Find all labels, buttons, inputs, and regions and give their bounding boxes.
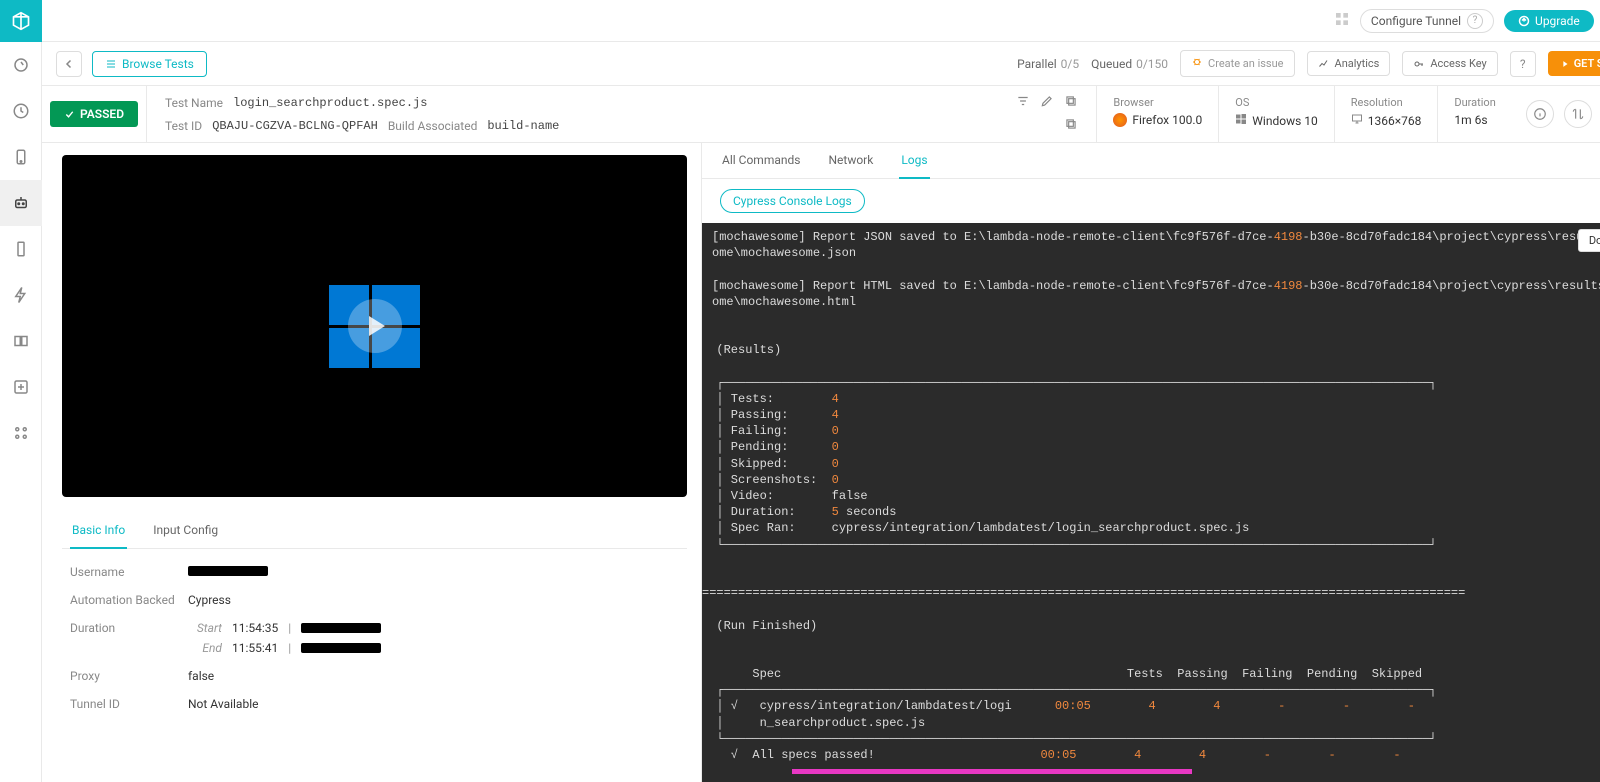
access-key-label: Access Key bbox=[1430, 57, 1486, 70]
duration-label: Duration bbox=[1454, 96, 1495, 109]
filter-icon[interactable] bbox=[1016, 94, 1030, 111]
toolbar: Browse Tests Parallel 0/5 Queued 0/150 C… bbox=[42, 42, 1600, 86]
cypress-console-logs-button[interactable]: Cypress Console Logs bbox=[720, 189, 865, 213]
tab-network[interactable]: Network bbox=[826, 143, 875, 178]
edit-icon[interactable] bbox=[1040, 94, 1054, 111]
end-date-redacted bbox=[301, 643, 381, 653]
video-player[interactable] bbox=[62, 155, 687, 497]
logo-icon[interactable] bbox=[0, 0, 42, 42]
resolution-value: 1366×768 bbox=[1368, 114, 1422, 128]
right-pane: All Commands Network Logs Cypress Consol… bbox=[702, 143, 1600, 782]
sidebar-robot-icon[interactable] bbox=[0, 180, 42, 226]
tab-all-commands[interactable]: All Commands bbox=[720, 143, 802, 178]
os-label: OS bbox=[1235, 96, 1317, 109]
firefox-icon bbox=[1113, 113, 1127, 127]
tunnel-label: Tunnel ID bbox=[70, 697, 188, 711]
start-label: Start bbox=[188, 621, 222, 635]
status-label: PASSED bbox=[80, 107, 124, 121]
browse-tests-label: Browse Tests bbox=[122, 57, 194, 71]
build-label: Build Associated bbox=[388, 119, 478, 133]
tab-input-config[interactable]: Input Config bbox=[151, 513, 220, 548]
sidebar-layers-icon[interactable] bbox=[0, 318, 42, 364]
log-tabs: All Commands Network Logs bbox=[702, 143, 1600, 179]
info-duration-label: Duration bbox=[70, 621, 188, 635]
test-id-label: Test ID bbox=[165, 119, 202, 133]
browser-value: Firefox 100.0 bbox=[1132, 113, 1202, 127]
sidebar-dashboard-icon[interactable] bbox=[0, 42, 42, 88]
monitor-icon bbox=[1351, 113, 1363, 128]
sidebar-plus-icon[interactable] bbox=[0, 364, 42, 410]
download-button[interactable]: Download bbox=[1578, 229, 1600, 252]
sidebar-phone-icon[interactable] bbox=[0, 226, 42, 272]
test-name-value: login_searchproduct.spec.js bbox=[233, 96, 427, 110]
automation-label: Automation Backed bbox=[70, 593, 188, 607]
status-badge: PASSED bbox=[50, 101, 138, 127]
download-label: Download bbox=[1589, 234, 1600, 247]
get-started-label: GET STARTED bbox=[1574, 57, 1600, 70]
test-name-label: Test Name bbox=[165, 96, 223, 110]
log-output: [mochawesome] Report JSON saved to E:\la… bbox=[702, 223, 1600, 782]
bug-icon bbox=[1191, 56, 1203, 71]
help-icon: ? bbox=[1467, 13, 1483, 29]
proxy-label: Proxy bbox=[70, 669, 188, 683]
upgrade-button[interactable]: Upgrade bbox=[1504, 10, 1594, 32]
duration-value: 1m 6s bbox=[1454, 113, 1487, 127]
tab-logs[interactable]: Logs bbox=[899, 143, 929, 179]
header: Configure Tunnel ? Upgrade bbox=[42, 0, 1600, 42]
build-value: build-name bbox=[487, 119, 559, 133]
get-started-button[interactable]: GET STARTED bbox=[1548, 51, 1600, 76]
sidebar-bolt-icon[interactable] bbox=[0, 272, 42, 318]
parallel-status: Parallel 0/5 bbox=[1017, 57, 1079, 71]
browser-label: Browser bbox=[1113, 96, 1202, 109]
tunnel-value: Not Available bbox=[188, 697, 258, 711]
username-label: Username bbox=[70, 565, 188, 579]
sidebar-device-icon[interactable] bbox=[0, 134, 42, 180]
access-key-button[interactable]: Access Key bbox=[1402, 51, 1497, 76]
left-pane: Basic Info Input Config Username Automat… bbox=[42, 143, 702, 782]
browse-tests-button[interactable]: Browse Tests bbox=[92, 51, 207, 77]
os-value: Windows 10 bbox=[1252, 114, 1317, 128]
grid-icon[interactable] bbox=[1334, 11, 1350, 31]
configure-tunnel-button[interactable]: Configure Tunnel ? bbox=[1360, 9, 1494, 33]
analytics-button[interactable]: Analytics bbox=[1307, 51, 1391, 76]
info-icon[interactable] bbox=[1526, 100, 1554, 128]
sidebar-clock-icon[interactable] bbox=[0, 88, 42, 134]
windows-icon bbox=[1235, 113, 1247, 128]
test-id-value: QBAJU-CGZVA-BCLNG-QPFAH bbox=[212, 119, 378, 133]
username-value-redacted bbox=[188, 566, 268, 576]
play-icon[interactable] bbox=[348, 299, 402, 353]
analytics-label: Analytics bbox=[1335, 57, 1380, 70]
help-button[interactable]: ? bbox=[1510, 51, 1536, 77]
proxy-value: false bbox=[188, 669, 214, 683]
back-button[interactable] bbox=[56, 51, 82, 77]
basic-info-panel: Username Automation Backed Cypress Durat… bbox=[62, 549, 687, 727]
start-date-redacted bbox=[301, 623, 381, 633]
highlight-marker bbox=[792, 769, 1192, 774]
queued-status: Queued 0/150 bbox=[1091, 57, 1168, 71]
create-issue-button[interactable]: Create an issue bbox=[1180, 50, 1294, 77]
sidebar-apps-icon[interactable] bbox=[0, 410, 42, 456]
info-tabs: Basic Info Input Config bbox=[62, 513, 687, 549]
tab-basic-info[interactable]: Basic Info bbox=[70, 513, 127, 549]
create-issue-label: Create an issue bbox=[1208, 57, 1283, 70]
copy-icon[interactable] bbox=[1064, 94, 1078, 111]
end-time: 11:55:41 bbox=[232, 641, 278, 655]
test-meta-row: PASSED Test Name login_searchproduct.spe… bbox=[42, 86, 1600, 143]
configure-tunnel-label: Configure Tunnel bbox=[1371, 14, 1461, 28]
end-label: End bbox=[188, 641, 222, 655]
resolution-label: Resolution bbox=[1351, 96, 1422, 109]
left-sidebar bbox=[0, 0, 42, 782]
copy-id-icon[interactable] bbox=[1064, 117, 1078, 134]
upgrade-label: Upgrade bbox=[1535, 14, 1580, 28]
start-time: 11:54:35 bbox=[232, 621, 278, 635]
automation-value: Cypress bbox=[188, 593, 231, 607]
compare-icon[interactable] bbox=[1564, 100, 1592, 128]
